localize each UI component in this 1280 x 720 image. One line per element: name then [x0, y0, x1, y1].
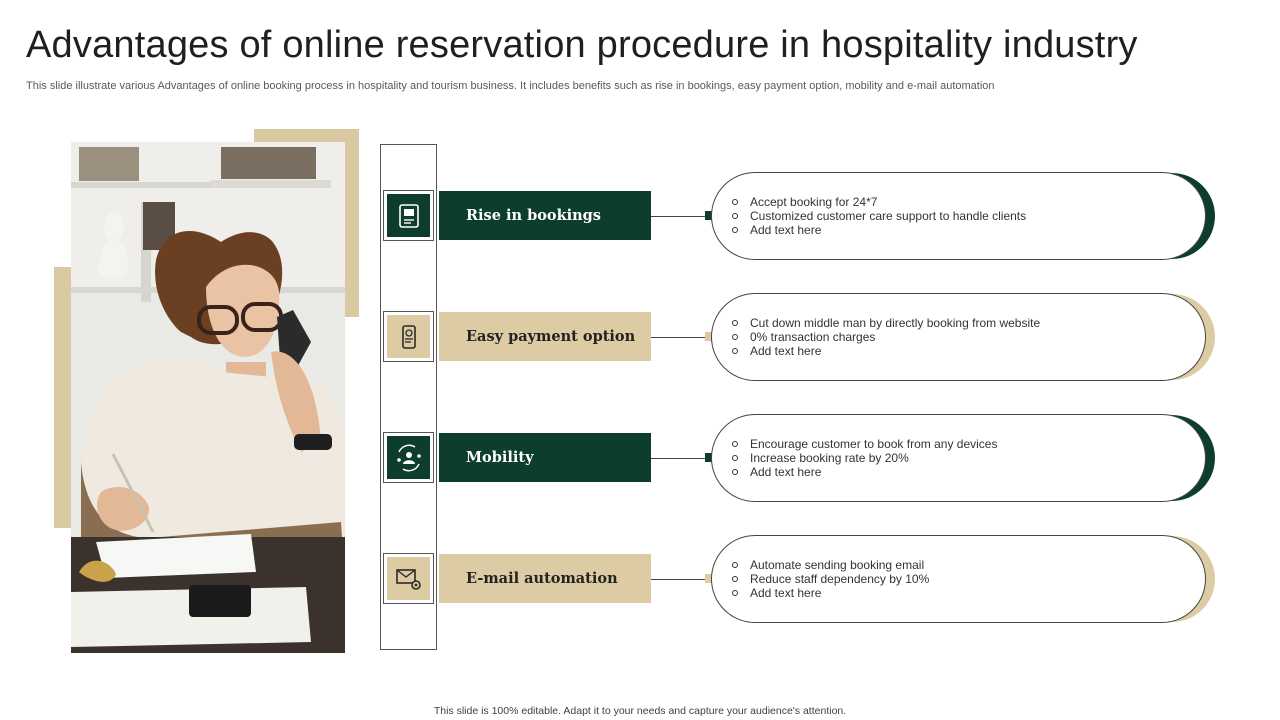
mobility-label: Mobility	[439, 433, 651, 482]
list-item: Add text here	[732, 586, 1205, 600]
rise-in-bookings-icon-box	[383, 190, 434, 241]
connector-line	[651, 579, 709, 580]
list-item: Increase booking rate by 20%	[732, 451, 1205, 465]
page-subtitle: This slide illustrate various Advantages…	[26, 80, 995, 92]
email-automation-icon-box	[383, 553, 434, 604]
connector-line	[651, 216, 709, 217]
connector-line	[651, 458, 709, 459]
list-item: Customized customer care support to hand…	[732, 209, 1205, 223]
list-item: Cut down middle man by directly booking …	[732, 316, 1205, 330]
email-automation-details: Automate sending booking email Reduce st…	[711, 535, 1206, 623]
rise-in-bookings-details: Accept booking for 24*7 Customized custo…	[711, 172, 1206, 260]
list-item: Add text here	[732, 223, 1205, 237]
list-item: Automate sending booking email	[732, 558, 1205, 572]
list-item: 0% transaction charges	[732, 330, 1205, 344]
page-title: Advantages of online reservation procedu…	[26, 24, 1138, 66]
rise-in-bookings-label: Rise in bookings	[439, 191, 651, 240]
connector-line	[651, 337, 709, 338]
easy-payment-icon-box	[383, 311, 434, 362]
list-item: Add text here	[732, 344, 1205, 358]
mobile-payment-icon	[401, 324, 416, 349]
email-automation-label: E-mail automation	[439, 554, 651, 603]
email-gear-icon	[395, 568, 421, 590]
booking-calendar-icon	[398, 203, 419, 228]
list-item: Add text here	[732, 465, 1205, 479]
woman-on-phone-photo	[71, 142, 345, 653]
mobility-details: Encourage customer to book from any devi…	[711, 414, 1206, 502]
footer-note: This slide is 100% editable. Adapt it to…	[433, 705, 847, 717]
mobility-icon-box	[383, 432, 434, 483]
easy-payment-option-label: Easy payment option	[439, 312, 651, 361]
list-item: Reduce staff dependency by 10%	[732, 572, 1205, 586]
mobility-people-icon	[396, 444, 421, 471]
list-item: Accept booking for 24*7	[732, 195, 1205, 209]
easy-payment-option-details: Cut down middle man by directly booking …	[711, 293, 1206, 381]
list-item: Encourage customer to book from any devi…	[732, 437, 1205, 451]
